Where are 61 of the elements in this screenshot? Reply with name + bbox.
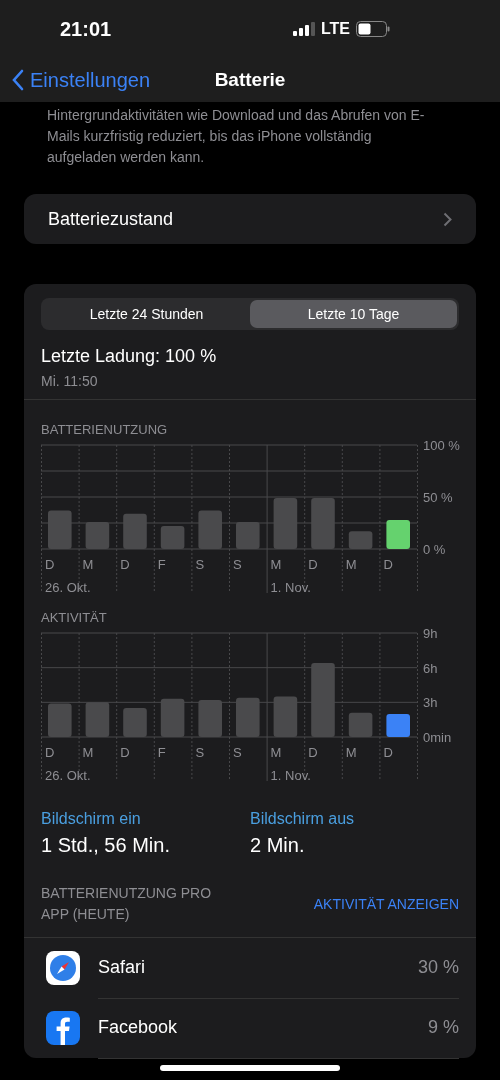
axis-label: 6h <box>423 660 438 676</box>
chevron-right-icon <box>443 211 452 227</box>
last-charge-time: Mi. 11:50 <box>41 373 99 389</box>
chart-title: AKTIVITÄT <box>41 610 107 625</box>
day-label: S <box>233 557 242 572</box>
section-header: BATTERIENUTZUNG PRO APP (HEUTE) <box>41 884 213 924</box>
day-label: D <box>45 557 55 572</box>
day-label: D <box>308 557 318 572</box>
facebook-icon[interactable] <box>46 1011 80 1045</box>
day-label: D <box>383 745 393 760</box>
day-label: M <box>345 745 357 760</box>
day-label: D <box>383 557 393 572</box>
axis-label: 0min <box>423 730 452 745</box>
tab[interactable]: Letzte 10 Tage <box>250 300 457 328</box>
screen-time-value: 2 Min. <box>250 834 306 857</box>
page-title: Batterie <box>214 69 286 90</box>
screen-time-label: Bildschirm ein <box>41 810 142 828</box>
axis-label: 3h <box>423 695 438 711</box>
status-time: 21:01 <box>60 17 112 41</box>
day-label: M <box>82 745 94 760</box>
screen-time-value: 1 Std., 56 Min. <box>41 834 171 857</box>
day-label: D <box>120 745 130 760</box>
date-label: 26. Okt. <box>45 580 91 595</box>
axis-label: 9h <box>423 626 438 641</box>
app-percent: 9 % <box>427 1017 459 1038</box>
app-name[interactable]: Facebook <box>98 1017 178 1038</box>
day-label: M <box>345 557 357 572</box>
chevron-left-icon <box>12 69 24 91</box>
day-label: S <box>195 557 205 572</box>
axis-label: 50 % <box>423 490 453 505</box>
day-label: F <box>157 745 166 760</box>
axis-label: 0 % <box>423 542 446 557</box>
compass-icon[interactable] <box>46 951 80 985</box>
chart-title: BATTERIENUTZUNG <box>41 422 168 437</box>
show-activity-link[interactable]: AKTIVITÄT ANZEIGEN <box>313 896 459 912</box>
day-label: D <box>45 745 55 760</box>
last-charge-title: Letzte Ladung: 100 % <box>41 346 218 367</box>
day-label: M <box>270 557 282 572</box>
day-label: F <box>157 557 166 572</box>
date-label: 1. Nov. <box>270 580 311 595</box>
day-label: D <box>308 745 318 760</box>
day-label: S <box>233 745 242 760</box>
day-label: M <box>82 557 94 572</box>
day-label: S <box>195 745 205 760</box>
day-label: M <box>270 745 282 760</box>
description-text: Hintergrundaktivitäten wie Download und das Abrufen von E-Mails kurzfristig reduziert, bis das iPhone vollständig aufgeladen werden kann. <box>46 106 426 167</box>
day-label: D <box>120 557 130 572</box>
app-percent: 30 % <box>417 957 459 978</box>
date-label: 1. Nov. <box>270 768 311 783</box>
screen-time-label: Bildschirm aus <box>250 810 356 828</box>
battery-health-row[interactable]: Batteriezustand <box>24 194 476 244</box>
back-button[interactable]: Einstellungen <box>12 68 151 92</box>
app-name[interactable]: Safari <box>98 957 146 978</box>
bar <box>386 713 410 737</box>
axis-label: 100 % <box>423 438 460 453</box>
date-label: 26. Okt. <box>45 768 91 783</box>
bar <box>386 519 410 549</box>
battery-icon <box>356 21 390 37</box>
signal-icon <box>292 22 315 36</box>
network-type: LTE <box>320 20 350 38</box>
tab[interactable]: Letzte 24 Stunden <box>43 300 250 328</box>
